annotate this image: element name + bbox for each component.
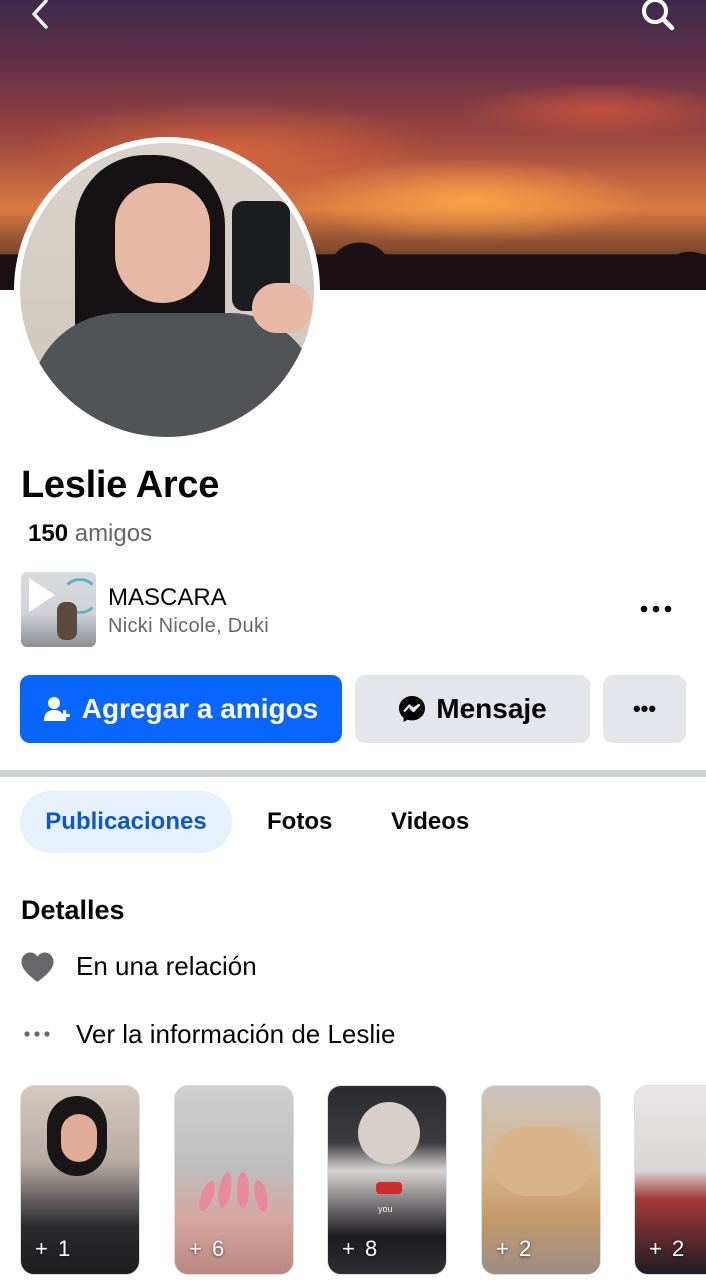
story-count: + 6 <box>189 1236 227 1261</box>
profile-picture[interactable] <box>20 143 314 437</box>
more-options-button[interactable]: ••• <box>603 675 686 743</box>
chevron-left-icon[interactable] <box>26 0 56 32</box>
add-friend-label: Agregar a amigos <box>81 693 319 724</box>
more-horizontal-icon[interactable] <box>636 596 676 622</box>
message-button[interactable]: Mensaje <box>355 675 590 743</box>
story-caption: you <box>378 1204 393 1214</box>
more-info-icon[interactable] <box>22 1024 54 1044</box>
music-title[interactable]: MASCARA <box>108 584 227 612</box>
story-count: + 2 <box>496 1236 534 1261</box>
profile-name: Leslie Arce <box>21 464 220 506</box>
music-cover[interactable] <box>21 572 96 647</box>
see-info-link[interactable]: Ver la información de Leslie <box>76 1019 395 1050</box>
add-friend-icon <box>43 697 70 721</box>
friends-count[interactable]: 150 amigos <box>28 520 152 548</box>
details-title: Detalles <box>21 895 125 925</box>
heart-icon <box>21 952 54 982</box>
story-count: + 8 <box>342 1236 380 1261</box>
relationship-status: En una relación <box>76 951 257 981</box>
featured-story-4[interactable]: + 2 <box>481 1085 601 1275</box>
music-artist: Nicki Nicole, Duki <box>108 615 269 637</box>
tab-videos[interactable]: Videos <box>391 791 469 853</box>
section-divider <box>0 770 706 777</box>
friends-label: amigos <box>74 520 153 547</box>
tab-posts[interactable]: Publicaciones <box>20 791 232 853</box>
message-label: Mensaje <box>436 693 547 724</box>
add-friend-button[interactable]: Agregar a amigos <box>20 675 342 743</box>
tab-photos[interactable]: Fotos <box>267 791 332 853</box>
nails-image <box>199 1172 268 1212</box>
messenger-icon <box>399 696 426 722</box>
featured-story-5[interactable]: + 2 <box>634 1085 706 1275</box>
play-icon <box>29 578 55 612</box>
friends-number: 150 <box>28 520 69 547</box>
story-count: + 1 <box>35 1236 73 1261</box>
story-count: + 2 <box>649 1236 687 1261</box>
featured-story-1[interactable]: + 1 <box>20 1085 140 1275</box>
search-icon[interactable] <box>636 0 678 34</box>
featured-story-2[interactable]: + 6 <box>174 1085 294 1275</box>
featured-story-3[interactable]: you + 8 <box>327 1085 447 1275</box>
